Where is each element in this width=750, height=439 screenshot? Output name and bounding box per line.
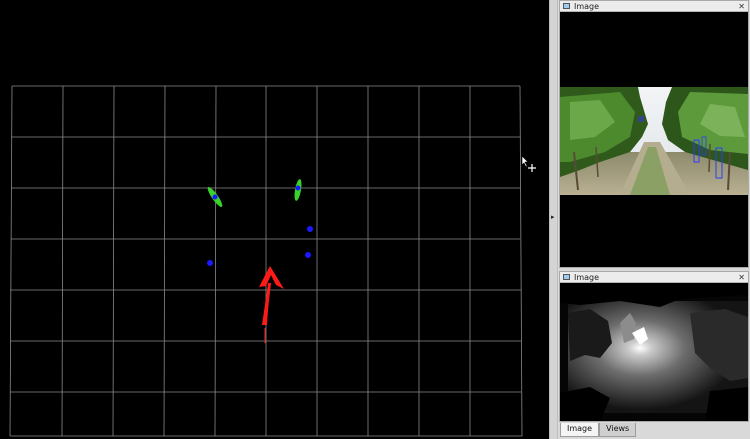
depth-image-view [560,283,748,421]
depth-image-dock[interactable]: Image ✕ [559,271,749,422]
detection-point [207,260,213,266]
tab-image[interactable]: Image [560,423,600,437]
dock-title-bar[interactable]: Image ✕ [560,1,748,12]
close-icon[interactable]: ✕ [738,1,745,12]
dock-title-bar[interactable]: Image ✕ [560,272,748,283]
detection-point [305,252,311,258]
depth-image [560,283,748,421]
camera-image-dock[interactable]: Image ✕ [559,0,749,268]
tab-views[interactable]: Views [599,423,637,437]
image-panel-icon [563,274,570,280]
detection-point [307,226,313,232]
panel-splitter[interactable]: ▸ [549,0,558,439]
3d-render-view[interactable] [0,0,549,439]
image-panels: Image ✕ Image ✕ Image Views [558,0,750,439]
move-cursor-icon [521,155,539,177]
panel-tabs: Image Views [560,423,637,437]
expand-arrow-icon[interactable]: ▸ [551,213,555,221]
ground-grid [9,85,523,437]
tree-ellipse-1 [207,187,223,207]
image-panel-icon [563,3,570,9]
close-icon[interactable]: ✕ [738,272,745,283]
pose-arrow [259,266,284,343]
dock-title: Image [574,2,600,11]
tree-ellipse-2 [294,179,302,201]
render-canvas [9,85,523,437]
camera-image-view [560,12,748,267]
vineyard-camera-image [560,87,748,195]
dock-title: Image [574,273,600,282]
